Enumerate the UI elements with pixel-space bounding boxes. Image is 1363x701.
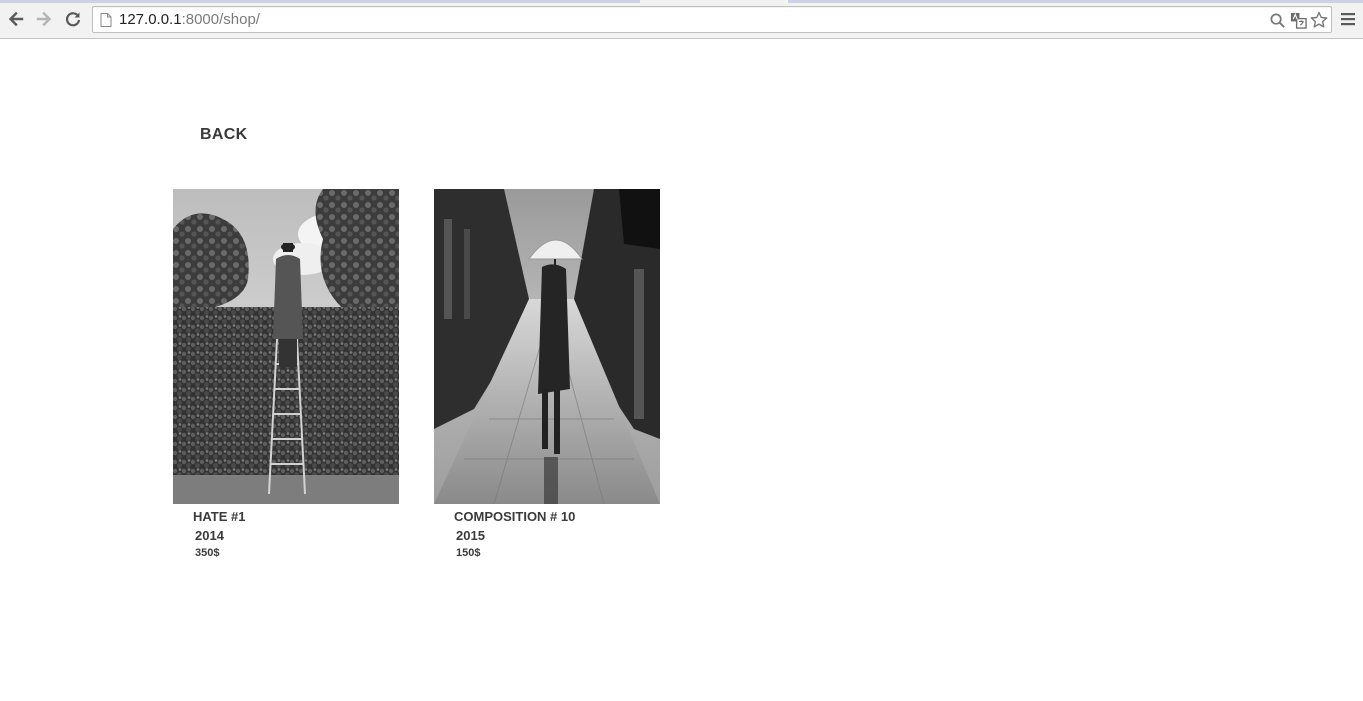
magnifier-icon: [1270, 13, 1285, 28]
translate-icon: [1290, 12, 1307, 29]
back-arrow-icon: [8, 11, 24, 27]
product-price: 350$: [195, 547, 220, 559]
tab-strip: [0, 0, 1363, 3]
forward-button[interactable]: [33, 8, 55, 30]
url-host: 127.0.0.1: [119, 11, 182, 28]
translate-button[interactable]: [1289, 11, 1307, 29]
reload-button[interactable]: [62, 8, 84, 30]
product-year: 2015: [456, 528, 485, 543]
address-bar[interactable]: 127.0.0.1:8000/shop/: [92, 6, 1332, 33]
url-text[interactable]: 127.0.0.1:8000/shop/: [119, 11, 260, 29]
search-button[interactable]: [1268, 11, 1286, 29]
forward-arrow-icon: [36, 11, 52, 27]
product-image[interactable]: [434, 189, 660, 504]
hamburger-menu-icon: [1341, 13, 1355, 26]
bookmark-star-button[interactable]: [1310, 11, 1328, 29]
product-image[interactable]: [173, 189, 399, 504]
star-icon: [1310, 11, 1328, 28]
back-link[interactable]: BACK: [200, 126, 247, 144]
product-price: 150$: [456, 547, 481, 559]
browser-toolbar: 127.0.0.1:8000/shop/: [0, 0, 1363, 39]
product-card: COMPOSITION # 10 2015 150$: [434, 189, 660, 559]
product-title[interactable]: COMPOSITION # 10: [454, 509, 575, 524]
url-path: :8000/shop/: [181, 11, 260, 28]
product-title[interactable]: HATE #1: [193, 509, 246, 524]
product-card: HATE #1 2014 350$: [173, 189, 399, 559]
browser-menu-button[interactable]: [1338, 9, 1358, 29]
page-icon: [100, 13, 112, 27]
product-year: 2014: [195, 528, 224, 543]
back-button[interactable]: [5, 8, 27, 30]
reload-icon: [65, 12, 81, 27]
